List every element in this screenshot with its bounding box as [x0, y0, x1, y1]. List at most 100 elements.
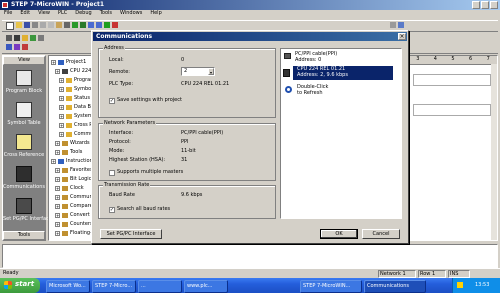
stop-icon[interactable]	[112, 22, 118, 28]
navbar-item[interactable]: Program Block	[3, 70, 45, 100]
insert-network-icon[interactable]	[38, 35, 44, 41]
taskbar-item[interactable]: STEP 7-Micro...	[92, 280, 136, 293]
search-baud-checkbox[interactable]: ✓ Search all baud rates	[109, 206, 170, 213]
menu-debug[interactable]: Debug	[75, 10, 91, 19]
line-icon[interactable]	[30, 35, 36, 41]
tree-item[interactable]: + Convert	[55, 211, 90, 219]
tree-item[interactable]: +Floating-Point	[55, 229, 93, 237]
expand-icon[interactable]: +	[59, 113, 64, 119]
remote-spinner[interactable]: 2 ▾	[181, 67, 215, 76]
download-icon[interactable]	[96, 22, 102, 28]
save-icon[interactable]	[24, 22, 30, 28]
tree-item[interactable]: +Status Chart	[59, 94, 93, 102]
tree-item[interactable]: +System Block	[59, 112, 93, 120]
expand-icon[interactable]: +	[55, 167, 60, 173]
expand-icon[interactable]: +	[59, 104, 64, 110]
fbd-icon[interactable]	[22, 44, 28, 50]
vertical-scrollbar[interactable]	[491, 64, 497, 240]
expand-icon[interactable]: +	[59, 122, 64, 128]
multimaster-checkbox[interactable]: Supports multiple masters	[109, 169, 183, 176]
compile-all-icon[interactable]	[80, 22, 86, 28]
taskbar-item[interactable]: www.plc...	[184, 280, 228, 293]
tree-item[interactable]: +Data Block	[59, 103, 93, 111]
tree-item[interactable]: + Wizards	[55, 139, 90, 147]
expand-icon[interactable]: +	[55, 203, 60, 209]
upload-icon[interactable]	[88, 22, 94, 28]
expand-icon[interactable]: +	[55, 221, 60, 227]
expand-icon[interactable]: +	[59, 95, 64, 101]
tree-item[interactable]: + Counters	[55, 220, 93, 228]
print-icon[interactable]	[32, 22, 38, 28]
tree-item[interactable]: + Instructions	[51, 157, 93, 165]
tree-item[interactable]: + Bit Logic	[55, 175, 91, 183]
run-icon[interactable]	[104, 22, 110, 28]
taskbar-item[interactable]: STEP 7-MicroWIN...	[300, 280, 362, 293]
close-button[interactable]	[490, 1, 498, 9]
tree-item[interactable]: +Cross Reference	[59, 121, 93, 129]
navbar-item[interactable]: Cross Reference	[3, 134, 45, 164]
taskbar-item[interactable]: Communications	[364, 280, 426, 293]
expand-icon[interactable]: +	[59, 131, 64, 137]
paste-icon[interactable]	[56, 22, 62, 28]
expand-icon[interactable]: +	[55, 194, 60, 200]
compile-icon[interactable]	[72, 22, 78, 28]
tree-item[interactable]: + CPU 224	[55, 67, 91, 75]
expand-icon[interactable]: +	[51, 158, 56, 164]
menu-view[interactable]: View	[38, 10, 50, 19]
menu-help[interactable]: Help	[150, 10, 161, 19]
tree-cpu-item[interactable]: CPU 224 REL 01.21 Address: 2, 9.6 kbps	[283, 66, 393, 80]
navbar-item[interactable]: Set PG/PC Interface	[3, 198, 52, 228]
tree-item[interactable]: +Program Block	[59, 76, 93, 84]
maximize-button[interactable]	[481, 1, 489, 9]
cancel-button[interactable]: Cancel	[362, 229, 400, 239]
taskbar-item[interactable]: ...	[138, 280, 182, 293]
expand-icon[interactable]: +	[59, 86, 64, 92]
ladder-icon[interactable]	[6, 44, 12, 50]
tree-refresh-item[interactable]: Double-Click to Refresh	[283, 84, 383, 98]
navbar-footer[interactable]: Tools	[3, 231, 45, 240]
expand-icon[interactable]: +	[55, 176, 60, 182]
tree-item[interactable]: +Symbol Table	[59, 85, 93, 93]
open-icon[interactable]	[16, 22, 22, 28]
save-settings-checkbox[interactable]: ✓ Save settings with project	[109, 97, 182, 104]
undo-icon[interactable]	[64, 22, 70, 28]
minimize-button[interactable]	[472, 1, 480, 9]
dialog-close-button[interactable]: ×	[398, 33, 406, 40]
box-icon[interactable]	[22, 35, 28, 41]
status-icon[interactable]	[398, 22, 404, 28]
ok-button[interactable]: OK	[320, 229, 358, 239]
menu-file[interactable]: File	[4, 10, 12, 19]
tree-item[interactable]: + Clock	[55, 184, 84, 192]
taskbar-item[interactable]: Microsoft Wo...	[46, 280, 90, 293]
expand-icon[interactable]: +	[55, 212, 60, 218]
expand-icon[interactable]: +	[55, 185, 60, 191]
stl-icon[interactable]	[14, 44, 20, 50]
tree-item[interactable]: +Communications	[59, 130, 93, 138]
expand-icon[interactable]: +	[55, 68, 60, 74]
menu-tools[interactable]: Tools	[100, 10, 112, 19]
menu-windows[interactable]: Windows	[120, 10, 142, 19]
coil-icon[interactable]	[14, 35, 20, 41]
tray-icon[interactable]	[457, 282, 463, 288]
tree-item[interactable]: +Communications	[55, 193, 93, 201]
network-row[interactable]	[413, 74, 491, 86]
tree-item[interactable]: + Project1	[51, 58, 86, 66]
expand-icon[interactable]: +	[59, 77, 64, 83]
expand-icon[interactable]: +	[55, 230, 60, 236]
expand-icon[interactable]: +	[55, 149, 60, 155]
navbar-item[interactable]: Communications	[3, 166, 45, 196]
navbar-header[interactable]: View	[3, 56, 45, 65]
new-icon[interactable]	[6, 22, 14, 30]
set-pgpc-interface-button[interactable]: Set PG/PC Interface	[100, 229, 162, 239]
tree-item[interactable]: + Tools	[55, 148, 82, 156]
start-button[interactable]: start	[0, 278, 40, 293]
cut-icon[interactable]	[40, 22, 46, 28]
network-row[interactable]	[413, 104, 491, 116]
copy-icon[interactable]	[48, 22, 54, 28]
expand-icon[interactable]: +	[51, 59, 56, 65]
tree-item[interactable]: + Compare	[55, 202, 93, 210]
menu-edit[interactable]: Edit	[20, 10, 30, 19]
expand-icon[interactable]: +	[55, 140, 60, 146]
navbar-item[interactable]: Symbol Table	[3, 102, 45, 132]
menu-plc[interactable]: PLC	[58, 10, 67, 19]
